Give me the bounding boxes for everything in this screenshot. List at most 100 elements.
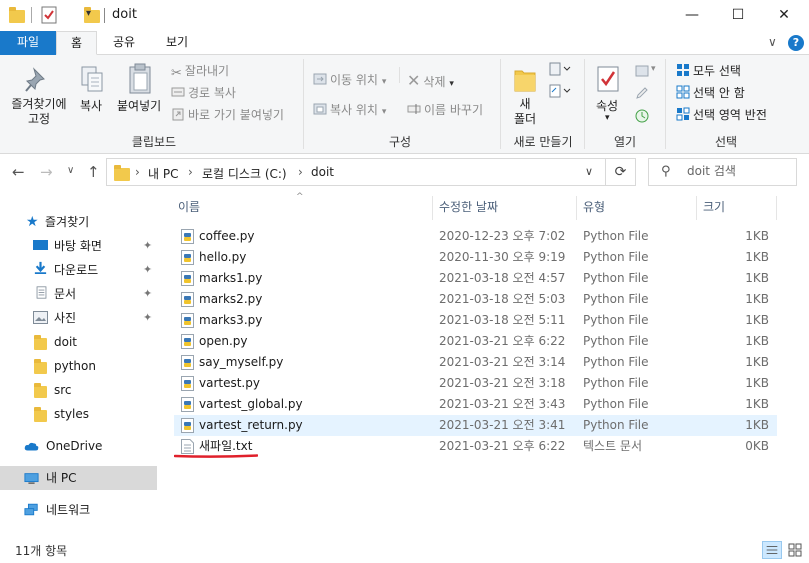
refresh-button[interactable]: ⟳ [606, 158, 636, 186]
sidebar-item-styles[interactable]: styles [0, 402, 157, 426]
sidebar-item-network[interactable]: 네트워크 [0, 498, 157, 522]
file-size: 1KB [745, 292, 769, 306]
group-divider [303, 59, 304, 149]
group-divider [584, 59, 585, 149]
sidebar-item-onedrive[interactable]: OneDrive [0, 434, 157, 458]
red-underline-annotation [174, 454, 258, 458]
delete-button[interactable]: ✕ 삭제 ▾ [407, 71, 454, 90]
file-size: 1KB [745, 355, 769, 369]
file-row[interactable]: coffee.py 2020-12-23 오후 7:02 Python File… [174, 226, 777, 247]
copy-button[interactable]: 복사 [80, 97, 102, 114]
help-icon[interactable]: ? [788, 35, 804, 51]
sidebar-item-quick-access[interactable]: ★ 즐겨찾기 [0, 210, 157, 234]
copy-path-button[interactable]: 경로 복사 [171, 84, 236, 101]
sidebar-item-this-pc[interactable]: 내 PC [0, 466, 157, 490]
edit-icon[interactable] [634, 85, 650, 101]
sidebar-label: 내 PC [46, 471, 77, 485]
open-group-label: 열기 [613, 135, 637, 149]
sidebar-item-python[interactable]: python [0, 354, 157, 378]
documents-icon [36, 286, 47, 299]
pin-to-quick-access-button[interactable]: 즐겨찾기에 고정 [9, 97, 69, 127]
address-separator[interactable]: › [188, 165, 193, 179]
forward-button[interactable]: → [40, 163, 53, 181]
file-row[interactable]: marks1.py 2021-03-18 오전 4:57 Python File… [174, 268, 777, 289]
pin-icon [25, 67, 45, 92]
rename-button[interactable]: 이름 바꾸기 [407, 101, 483, 118]
address-dropdown-icon[interactable]: ∨ [585, 165, 593, 178]
address-separator[interactable]: › [298, 165, 303, 179]
search-box[interactable]: ⚲ [648, 158, 797, 186]
title-divider [104, 8, 105, 23]
file-size: 1KB [745, 229, 769, 243]
breadcrumb-this-pc[interactable]: 내 PC [148, 165, 178, 182]
column-header-type[interactable]: 유형 [583, 196, 605, 222]
sidebar-item-desktop[interactable]: 바탕 화면 ✦ [0, 234, 157, 258]
properties-button[interactable]: 속성 [596, 97, 618, 114]
tab-home[interactable]: 홈 [56, 31, 97, 55]
column-header-size[interactable]: 크기 [703, 196, 725, 222]
paste-shortcut-button[interactable]: 바로 가기 붙여넣기 [171, 106, 284, 123]
column-divider[interactable] [432, 196, 433, 220]
easy-access-icon[interactable] [548, 83, 572, 101]
paste-button[interactable]: 붙여넣기 [117, 97, 161, 114]
organize-group-label: 구성 [388, 135, 412, 149]
search-input[interactable] [687, 164, 792, 178]
star-icon: ★ [26, 214, 39, 230]
cut-button[interactable]: ✂ 잘라내기 [171, 62, 229, 81]
large-icons-view-button[interactable] [785, 541, 805, 559]
copy-path-label: 경로 복사 [188, 86, 236, 100]
up-button[interactable]: ↑ [87, 163, 100, 181]
maximize-button[interactable]: ☐ [715, 0, 761, 31]
file-row-selected[interactable]: vartest_return.py 2021-03-21 오전 3:41 Pyt… [174, 415, 777, 436]
column-divider[interactable] [576, 196, 577, 220]
history-icon[interactable] [634, 108, 650, 124]
copy-to-button[interactable]: 복사 위치 ▾ [313, 101, 386, 118]
move-to-button[interactable]: 이동 위치 ▾ [313, 71, 386, 88]
move-to-icon [313, 73, 327, 85]
column-divider[interactable] [696, 196, 697, 220]
python-file-icon [181, 376, 194, 391]
close-button[interactable]: ✕ [761, 0, 807, 31]
sidebar-item-doit[interactable]: doit [0, 330, 157, 354]
address-bar[interactable]: › 내 PC › 로컬 디스크 (C:) › doit ∨ [106, 158, 606, 186]
open-icon[interactable] [634, 63, 650, 79]
breadcrumb-doit[interactable]: doit [311, 165, 334, 179]
details-view-button[interactable] [762, 541, 782, 559]
minimize-button[interactable]: — [669, 0, 715, 31]
customize-qa-icon[interactable]: ▾ [86, 8, 91, 26]
column-header-date[interactable]: 수정한 날짜 [439, 196, 498, 222]
recent-locations-button[interactable]: ∨ [67, 165, 74, 176]
sidebar-item-pictures[interactable]: 사진 ✦ [0, 306, 157, 330]
new-folder-button[interactable]: 새 폴더 [513, 97, 537, 127]
chevron-down-icon: ▾ [651, 64, 656, 74]
new-item-icon[interactable] [548, 61, 572, 79]
tab-file[interactable]: 파일 [0, 31, 56, 55]
chevron-down-icon[interactable]: ▾ [605, 113, 610, 123]
sidebar-item-downloads[interactable]: 다운로드 ✦ [0, 258, 157, 282]
collapse-ribbon-icon[interactable]: ∨ [768, 35, 777, 49]
file-row[interactable]: hello.py 2020-11-30 오후 9:19 Python File … [174, 247, 777, 268]
file-row[interactable]: vartest_global.py 2021-03-21 오전 3:43 Pyt… [174, 394, 777, 415]
file-row[interactable]: marks3.py 2021-03-18 오전 5:11 Python File… [174, 310, 777, 331]
file-row[interactable]: marks2.py 2021-03-18 오전 5:03 Python File… [174, 289, 777, 310]
sidebar-item-documents[interactable]: 문서 ✦ [0, 282, 157, 306]
properties-qa-icon[interactable] [41, 6, 57, 24]
column-header-name[interactable]: 이름 [178, 196, 200, 222]
tab-view[interactable]: 보기 [155, 31, 199, 55]
back-button[interactable]: ← [12, 163, 25, 181]
file-row[interactable]: vartest.py 2021-03-21 오전 3:18 Python Fil… [174, 373, 777, 394]
folder-icon [34, 359, 47, 374]
python-file-icon [181, 250, 194, 265]
invert-selection-button[interactable]: 선택 영역 반전 [676, 106, 767, 123]
sidebar-item-src[interactable]: src [0, 378, 157, 402]
file-row[interactable]: say_myself.py 2021-03-21 오전 3:14 Python … [174, 352, 777, 373]
tab-share[interactable]: 공유 [104, 31, 144, 55]
column-divider[interactable] [776, 196, 777, 220]
address-separator[interactable]: › [135, 165, 140, 179]
select-all-button[interactable]: 모두 선택 [676, 62, 741, 79]
breadcrumb-local-disk[interactable]: 로컬 디스크 (C:) [202, 165, 287, 182]
file-row[interactable]: open.py 2021-03-21 오후 6:22 Python File 1… [174, 331, 777, 352]
select-none-button[interactable]: 선택 안 함 [676, 84, 745, 101]
file-row[interactable]: 새파일.txt 2021-03-21 오후 6:22 텍스트 문서 0KB [174, 436, 777, 457]
sidebar-label: 다운로드 [54, 263, 99, 277]
